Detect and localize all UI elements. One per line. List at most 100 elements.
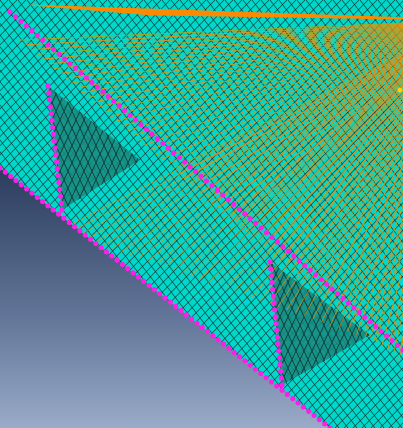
boundary-node — [194, 320, 200, 326]
boundary-node — [149, 131, 155, 137]
boundary-node — [252, 366, 259, 372]
boundary-node — [53, 159, 60, 165]
boundary-node — [111, 98, 117, 104]
boundary-node — [154, 136, 160, 142]
boundary-node — [279, 382, 285, 388]
boundary-node — [263, 375, 269, 381]
boundary-node — [151, 287, 157, 293]
boundary-node — [55, 211, 62, 217]
boundary-node — [54, 166, 60, 172]
boundary-node — [276, 348, 282, 354]
boundary-node — [119, 261, 126, 268]
boundary-node — [323, 281, 330, 287]
boundary-node — [34, 194, 40, 200]
boundary-node — [47, 104, 53, 110]
boundary-node — [59, 207, 65, 213]
boundary-node — [284, 391, 291, 398]
boundary-node — [236, 206, 242, 212]
boundary-node — [285, 248, 291, 255]
boundary-node — [105, 93, 111, 100]
boundary-node — [270, 286, 276, 292]
boundary-node — [56, 179, 62, 186]
boundary-node — [143, 126, 150, 132]
boundary-node — [276, 355, 282, 361]
boundary-node — [263, 230, 270, 236]
fe-mesh-render[interactable] — [0, 0, 403, 428]
boundary-node — [225, 197, 231, 203]
boundary-node — [316, 417, 322, 423]
boundary-node — [226, 345, 232, 351]
boundary-node — [138, 122, 144, 128]
boundary-node — [83, 75, 90, 81]
boundary-node — [290, 396, 296, 402]
boundary-node — [29, 190, 35, 196]
boundary-node — [58, 200, 64, 206]
boundary-node — [100, 89, 106, 95]
boundary-node — [274, 334, 280, 340]
boundary-node — [214, 187, 221, 193]
boundary-node — [146, 282, 152, 289]
boundary-node — [306, 408, 312, 414]
boundary-node — [231, 201, 237, 208]
boundary-node — [278, 368, 284, 374]
boundary-node — [93, 240, 99, 247]
boundary-node — [198, 173, 204, 179]
boundary-node — [318, 276, 324, 283]
boundary-node — [373, 323, 379, 330]
boundary-node — [40, 37, 46, 43]
boundary-node — [135, 274, 141, 280]
boundary-node — [242, 358, 248, 364]
boundary-node — [274, 327, 280, 333]
boundary-node — [132, 117, 139, 123]
boundary-node — [268, 379, 275, 385]
boundary-node — [13, 177, 19, 184]
boundary-node — [29, 28, 35, 34]
boundary-node — [50, 124, 56, 130]
boundary-node — [247, 362, 253, 368]
boundary-node — [114, 257, 120, 263]
boundary-node — [2, 169, 8, 175]
boundary-node — [269, 279, 275, 286]
boundary-node — [77, 228, 83, 234]
boundary-node — [351, 305, 357, 311]
boundary-node — [268, 273, 274, 279]
boundary-node — [209, 183, 215, 189]
boundary-node — [291, 253, 297, 259]
boundary-node — [334, 291, 341, 297]
boundary-node — [199, 324, 205, 330]
boundary-node — [165, 145, 171, 151]
boundary-node — [61, 215, 67, 221]
reference-point-marker — [397, 87, 403, 93]
boundary-node — [311, 412, 317, 419]
boundary-node — [295, 400, 301, 406]
boundary-node — [268, 266, 274, 272]
boundary-node — [267, 259, 273, 265]
boundary-node — [8, 173, 14, 179]
boundary-node — [302, 262, 308, 269]
boundary-node — [45, 42, 51, 48]
boundary-node — [367, 319, 373, 325]
boundary-node — [384, 333, 390, 339]
boundary-node — [271, 300, 277, 306]
boundary-node — [55, 172, 61, 179]
model-viewport[interactable] — [0, 0, 403, 428]
boundary-node — [258, 225, 264, 231]
boundary-node — [125, 266, 131, 272]
boundary-node — [24, 186, 30, 192]
boundary-node — [356, 309, 362, 316]
boundary-node — [278, 375, 284, 381]
boundary-node — [389, 338, 395, 344]
boundary-node — [57, 186, 63, 192]
boundary-node — [87, 236, 94, 242]
boundary-node — [329, 286, 335, 292]
boundary-node — [280, 244, 286, 250]
boundary-node — [279, 387, 285, 393]
boundary-node — [220, 341, 227, 347]
boundary-node — [7, 9, 13, 15]
boundary-node — [18, 182, 24, 188]
boundary-node — [203, 178, 210, 184]
boundary-node — [66, 219, 72, 226]
boundary-node — [215, 337, 221, 343]
boundary-node — [394, 342, 401, 348]
boundary-node — [176, 154, 182, 161]
